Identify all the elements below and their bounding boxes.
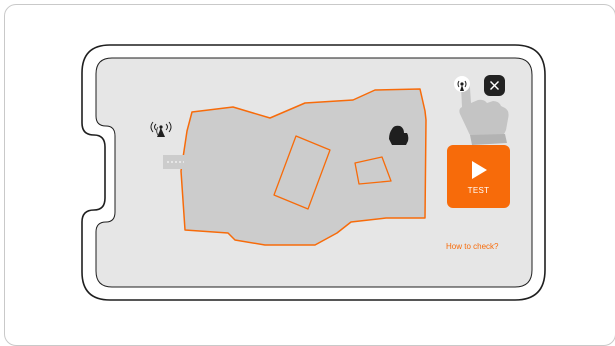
close-button[interactable]	[484, 75, 505, 96]
station-connector	[163, 155, 185, 169]
test-button-label: TEST	[467, 186, 490, 195]
close-icon	[490, 81, 499, 90]
play-icon	[472, 161, 487, 179]
phone-illustration: ((	[81, 44, 546, 301]
how-to-check-link[interactable]: How to check?	[446, 242, 498, 251]
test-button[interactable]: TEST	[447, 145, 510, 208]
